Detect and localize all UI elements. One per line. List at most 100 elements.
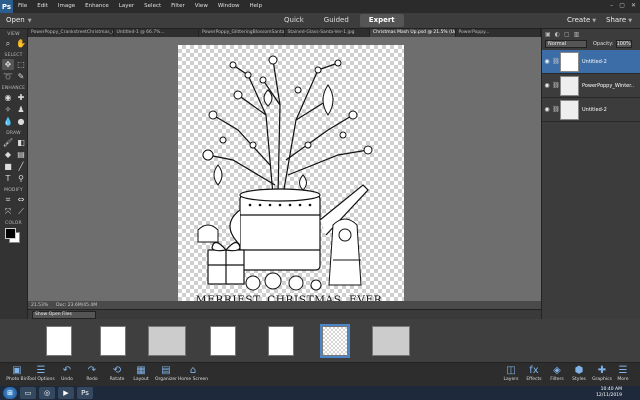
- layer-row[interactable]: ◉ ⛓ Untitled-2: [542, 98, 640, 122]
- document-canvas[interactable]: MERRIEST. CHRISTMAS. EVER.: [178, 45, 404, 306]
- doc-tab[interactable]: Stained-Glass-Santa-Ver-1.jpg: [285, 29, 370, 37]
- section-enhance: ENHANCE: [1, 86, 26, 91]
- layer-row[interactable]: ◉ ⛓ PowerPoppy_Winter...: [542, 74, 640, 98]
- explorer-taskbar-icon[interactable]: ▭: [20, 387, 36, 399]
- blend-row: Normal Opacity: 100%: [545, 39, 638, 48]
- blend-mode-select[interactable]: Normal: [545, 39, 587, 48]
- new-layer-icon[interactable]: ▣: [545, 31, 551, 38]
- move-tool-icon[interactable]: ✥: [2, 59, 14, 70]
- layer-row[interactable]: ◉ ⛓ Untitled-2: [542, 50, 640, 74]
- tab-guided[interactable]: Guided: [315, 14, 358, 27]
- layer-name: Untitled-2: [582, 106, 607, 113]
- os-taskbar: ⊞ ▭ ◎ ▶ Ps 10:40 AM 12/11/2019: [0, 386, 640, 400]
- eyedropper-tool-icon[interactable]: ⚲: [15, 173, 27, 184]
- elements-taskbar-icon[interactable]: Ps: [77, 387, 93, 399]
- pencil-tool-icon[interactable]: ╱: [15, 161, 27, 172]
- toolbox: VIEW ⌕ ✋ SELECT ✥ ⬚ ➰ ✎ ENHANCE ◉ ✚ ✧ ♟ …: [0, 29, 28, 362]
- shape-tool-icon[interactable]: ■: [2, 161, 14, 172]
- layout-label: Layout: [133, 377, 149, 382]
- smart-brush-tool-icon[interactable]: ✧: [2, 104, 14, 115]
- system-clock[interactable]: 10:40 AM 12/11/2019: [596, 387, 622, 399]
- photo-bin-thumbnail[interactable]: [100, 326, 126, 356]
- doc-tab-active[interactable]: Christmas Mash Up.psd @ 21.5% (Untitled-…: [370, 29, 456, 37]
- doc-tab[interactable]: PowerPoppy...: [456, 29, 541, 37]
- paint-bucket-tool-icon[interactable]: ◆: [2, 149, 14, 160]
- doc-tab[interactable]: PowerPoppy_GlitteringBlossomSanta_digi.j…: [199, 29, 285, 37]
- lock-icon[interactable]: ▢: [564, 31, 570, 38]
- marquee-tool-icon[interactable]: ⬚: [15, 59, 27, 70]
- start-button-icon[interactable]: ⊞: [3, 387, 17, 399]
- layer-name: Untitled-2: [582, 58, 607, 65]
- minimize-icon[interactable]: –: [610, 2, 613, 9]
- photo-bin-thumbnail[interactable]: [46, 326, 72, 356]
- brush-tool-icon[interactable]: 🖌: [2, 137, 14, 148]
- red-eye-tool-icon[interactable]: ◉: [2, 92, 14, 103]
- blur-tool-icon[interactable]: 💧: [2, 116, 14, 127]
- link-icon[interactable]: ⛓: [552, 106, 560, 113]
- menu-layer[interactable]: Layer: [114, 0, 139, 13]
- tab-expert[interactable]: Expert: [359, 14, 404, 27]
- open-button[interactable]: Open ▼: [6, 16, 32, 24]
- chrome-taskbar-icon[interactable]: ◎: [39, 387, 55, 399]
- tab-quick[interactable]: Quick: [275, 14, 313, 27]
- photo-bin-thumbnail[interactable]: [210, 326, 236, 356]
- clone-stamp-tool-icon[interactable]: ♟: [15, 104, 27, 115]
- link-icon[interactable]: ⛓: [552, 58, 560, 65]
- menu-view[interactable]: View: [190, 0, 213, 13]
- photo-bin-thumbnail[interactable]: [148, 326, 186, 356]
- photo-bin-source-select[interactable]: Show Open Files: [32, 311, 96, 319]
- share-label: Share: [606, 16, 627, 24]
- menu-filter[interactable]: Filter: [166, 0, 190, 13]
- gradient-tool-icon[interactable]: ▤: [15, 149, 27, 160]
- media-taskbar-icon[interactable]: ▶: [58, 387, 74, 399]
- maximize-icon[interactable]: ▢: [619, 2, 625, 9]
- hand-tool-icon[interactable]: ✋: [15, 38, 27, 49]
- adjustment-layer-icon[interactable]: ◐: [555, 31, 560, 38]
- recompose-tool-icon[interactable]: ⇔: [15, 194, 27, 205]
- spot-healing-tool-icon[interactable]: ✚: [15, 92, 27, 103]
- visibility-eye-icon[interactable]: ◉: [542, 106, 552, 113]
- create-button[interactable]: Create ▼: [567, 16, 596, 24]
- menu-file[interactable]: File: [13, 0, 32, 13]
- lasso-tool-icon[interactable]: ➰: [2, 71, 14, 82]
- menu-edit[interactable]: Edit: [32, 0, 53, 13]
- photo-bin-thumbnail[interactable]: [268, 326, 294, 356]
- visibility-eye-icon[interactable]: ◉: [542, 82, 552, 89]
- more-label: More: [617, 377, 629, 382]
- type-tool-icon[interactable]: T: [2, 173, 14, 184]
- doc-tab[interactable]: Untitled-1 @ 66.7%...: [114, 29, 199, 37]
- close-icon[interactable]: ✕: [631, 2, 636, 9]
- menu-image[interactable]: Image: [53, 0, 80, 13]
- menu-window[interactable]: Window: [213, 0, 245, 13]
- eraser-tool-icon[interactable]: ◧: [15, 137, 27, 148]
- menu-help[interactable]: Help: [245, 0, 268, 13]
- trash-icon[interactable]: ▥: [574, 31, 580, 38]
- status-bar: 21.53% Doc: 23.6M/45.4M: [28, 301, 541, 309]
- more-button[interactable]: ☰ More: [606, 364, 640, 382]
- share-button[interactable]: Share ▼: [606, 16, 632, 24]
- section-select: SELECT: [4, 53, 23, 58]
- menu-enhance[interactable]: Enhance: [80, 0, 114, 13]
- color-swatches[interactable]: [0, 226, 27, 244]
- opacity-input[interactable]: 100%: [615, 39, 632, 48]
- quick-selection-tool-icon[interactable]: ✎: [15, 71, 27, 82]
- sponge-tool-icon[interactable]: ●: [15, 116, 27, 127]
- link-icon[interactable]: ⛓: [552, 82, 560, 89]
- window-controls: – ▢ ✕: [610, 2, 636, 9]
- home-screen-button[interactable]: ⌂ Home Screen: [176, 364, 210, 382]
- zoom-readout[interactable]: 21.53%: [31, 303, 48, 308]
- straighten-tool-icon[interactable]: ⟋: [15, 206, 27, 217]
- photo-bin-thumbnail-selected[interactable]: [320, 324, 350, 358]
- home-icon: ⌂: [189, 365, 197, 376]
- layers-panel: ▣ ◐ ▢ ▥ Normal Opacity: 100% ◉ ⛓ Untitle…: [541, 29, 640, 362]
- crop-tool-icon[interactable]: ⌗: [2, 194, 14, 205]
- christmas-illustration: [197, 55, 373, 291]
- visibility-eye-icon[interactable]: ◉: [542, 58, 552, 65]
- canvas-area[interactable]: MERRIEST. CHRISTMAS. EVER.: [28, 37, 541, 306]
- menu-select[interactable]: Select: [139, 0, 166, 13]
- content-aware-move-tool-icon[interactable]: ⤧: [2, 206, 14, 217]
- photo-bin-thumbnail[interactable]: [372, 326, 410, 356]
- doc-tab[interactable]: PowerPoppy_CrankstreetChristmas_digi.jpg: [28, 29, 114, 37]
- zoom-tool-icon[interactable]: ⌕: [2, 38, 14, 49]
- foreground-color-swatch[interactable]: [5, 228, 16, 239]
